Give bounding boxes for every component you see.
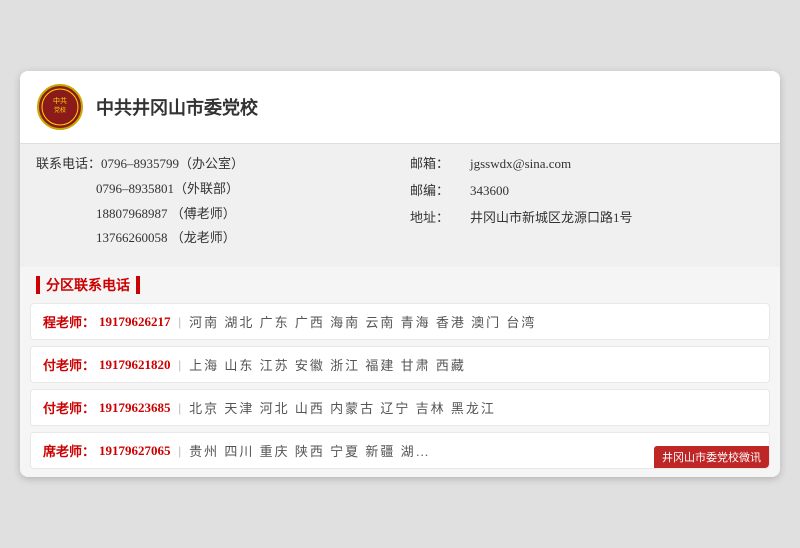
address-label: 地址： xyxy=(410,208,470,229)
phone-3: 19179627065 xyxy=(99,443,171,459)
phone-row-2: 0796–8935801（外联部） xyxy=(36,179,390,200)
phone-value-4: 13766260058 （龙老师） xyxy=(96,228,236,249)
svg-text:中共: 中共 xyxy=(53,96,67,105)
region-row-2: 付老师： 19179623685 | 北京 天津 河北 山西 内蒙古 辽宁 吉林… xyxy=(30,389,770,426)
teacher-2: 付老师： xyxy=(43,398,95,417)
areas-1: 上海 山东 江苏 安徽 浙江 福建 甘肃 西藏 xyxy=(189,355,466,374)
address-value: 井冈山市新城区龙源口路1号 xyxy=(470,208,633,229)
teacher-3: 席老师： xyxy=(43,441,95,460)
email-value: jgsswdx@sina.com xyxy=(470,154,571,175)
areas-3: 贵州 四川 重庆 陕西 宁夏 新疆 湖… xyxy=(189,441,431,460)
section-title-text: 分区联系电话 xyxy=(46,275,130,295)
red-bar-left xyxy=(36,276,40,294)
svg-text:党校: 党校 xyxy=(54,106,66,114)
org-name: 中共井冈山市委党校 xyxy=(96,94,258,120)
email-row: 邮箱： jgsswdx@sina.com xyxy=(410,154,764,175)
postcode-row: 邮编： 343600 xyxy=(410,181,764,202)
areas-2: 北京 天津 河北 山西 内蒙古 辽宁 吉林 黑龙江 xyxy=(189,398,496,417)
divider-3: | xyxy=(179,443,182,459)
teacher-1: 付老师： xyxy=(43,355,95,374)
header: 中共 党校 中共井冈山市委党校 xyxy=(20,71,780,144)
email-label: 邮箱： xyxy=(410,154,470,175)
section-title-bar: 分区联系电话 xyxy=(20,267,780,303)
phone-row-3: 18807968987 （傅老师） xyxy=(36,204,390,225)
region-row-1: 付老师： 19179621820 | 上海 山东 江苏 安徽 浙江 福建 甘肃 … xyxy=(30,346,770,383)
phone-label-3 xyxy=(36,204,96,225)
postcode-label: 邮编： xyxy=(410,181,470,202)
region-row-3: 席老师： 19179627065 | 贵州 四川 重庆 陕西 宁夏 新疆 湖… … xyxy=(30,432,770,469)
watermark-text: 井冈山市委党校微讯 xyxy=(654,446,769,468)
phone-1: 19179621820 xyxy=(99,357,171,373)
region-row-0: 程老师： 19179626217 | 河南 湖北 广东 广西 海南 云南 青海 … xyxy=(30,303,770,340)
postcode-value: 343600 xyxy=(470,181,509,202)
phone-value-3: 18807968987 （傅老师） xyxy=(96,204,236,225)
phone-value-2: 0796–8935801（外联部） xyxy=(96,179,239,200)
areas-0: 河南 湖北 广东 广西 海南 云南 青海 香港 澳门 台湾 xyxy=(189,312,536,331)
divider-1: | xyxy=(179,357,182,373)
red-bar-right xyxy=(136,276,140,294)
divider-0: | xyxy=(179,314,182,330)
region-list: 程老师： 19179626217 | 河南 湖北 广东 广西 海南 云南 青海 … xyxy=(20,303,780,477)
teacher-0: 程老师： xyxy=(43,312,95,331)
contact-right: 邮箱： jgsswdx@sina.com 邮编： 343600 地址： 井冈山市… xyxy=(410,154,764,253)
phone-row-1: 联系电话： 0796–8935799（办公室） xyxy=(36,154,390,175)
phone-0: 19179626217 xyxy=(99,314,171,330)
main-card: 中共 党校 中共井冈山市委党校 联系电话： 0796–8935799（办公室） … xyxy=(20,71,780,477)
phone-2: 19179623685 xyxy=(99,400,171,416)
phone-label: 联系电话： xyxy=(36,154,101,175)
phone-row-4: 13766260058 （龙老师） xyxy=(36,228,390,249)
divider-2: | xyxy=(179,400,182,416)
contact-left: 联系电话： 0796–8935799（办公室） 0796–8935801（外联部… xyxy=(36,154,390,253)
phone-label-4 xyxy=(36,228,96,249)
title-bar-inner: 分区联系电话 xyxy=(36,275,140,295)
phone-value-1: 0796–8935799（办公室） xyxy=(101,154,244,175)
contact-section: 联系电话： 0796–8935799（办公室） 0796–8935801（外联部… xyxy=(20,144,780,267)
phone-label-2 xyxy=(36,179,96,200)
address-row: 地址： 井冈山市新城区龙源口路1号 xyxy=(410,208,764,229)
org-logo: 中共 党校 xyxy=(36,83,84,131)
